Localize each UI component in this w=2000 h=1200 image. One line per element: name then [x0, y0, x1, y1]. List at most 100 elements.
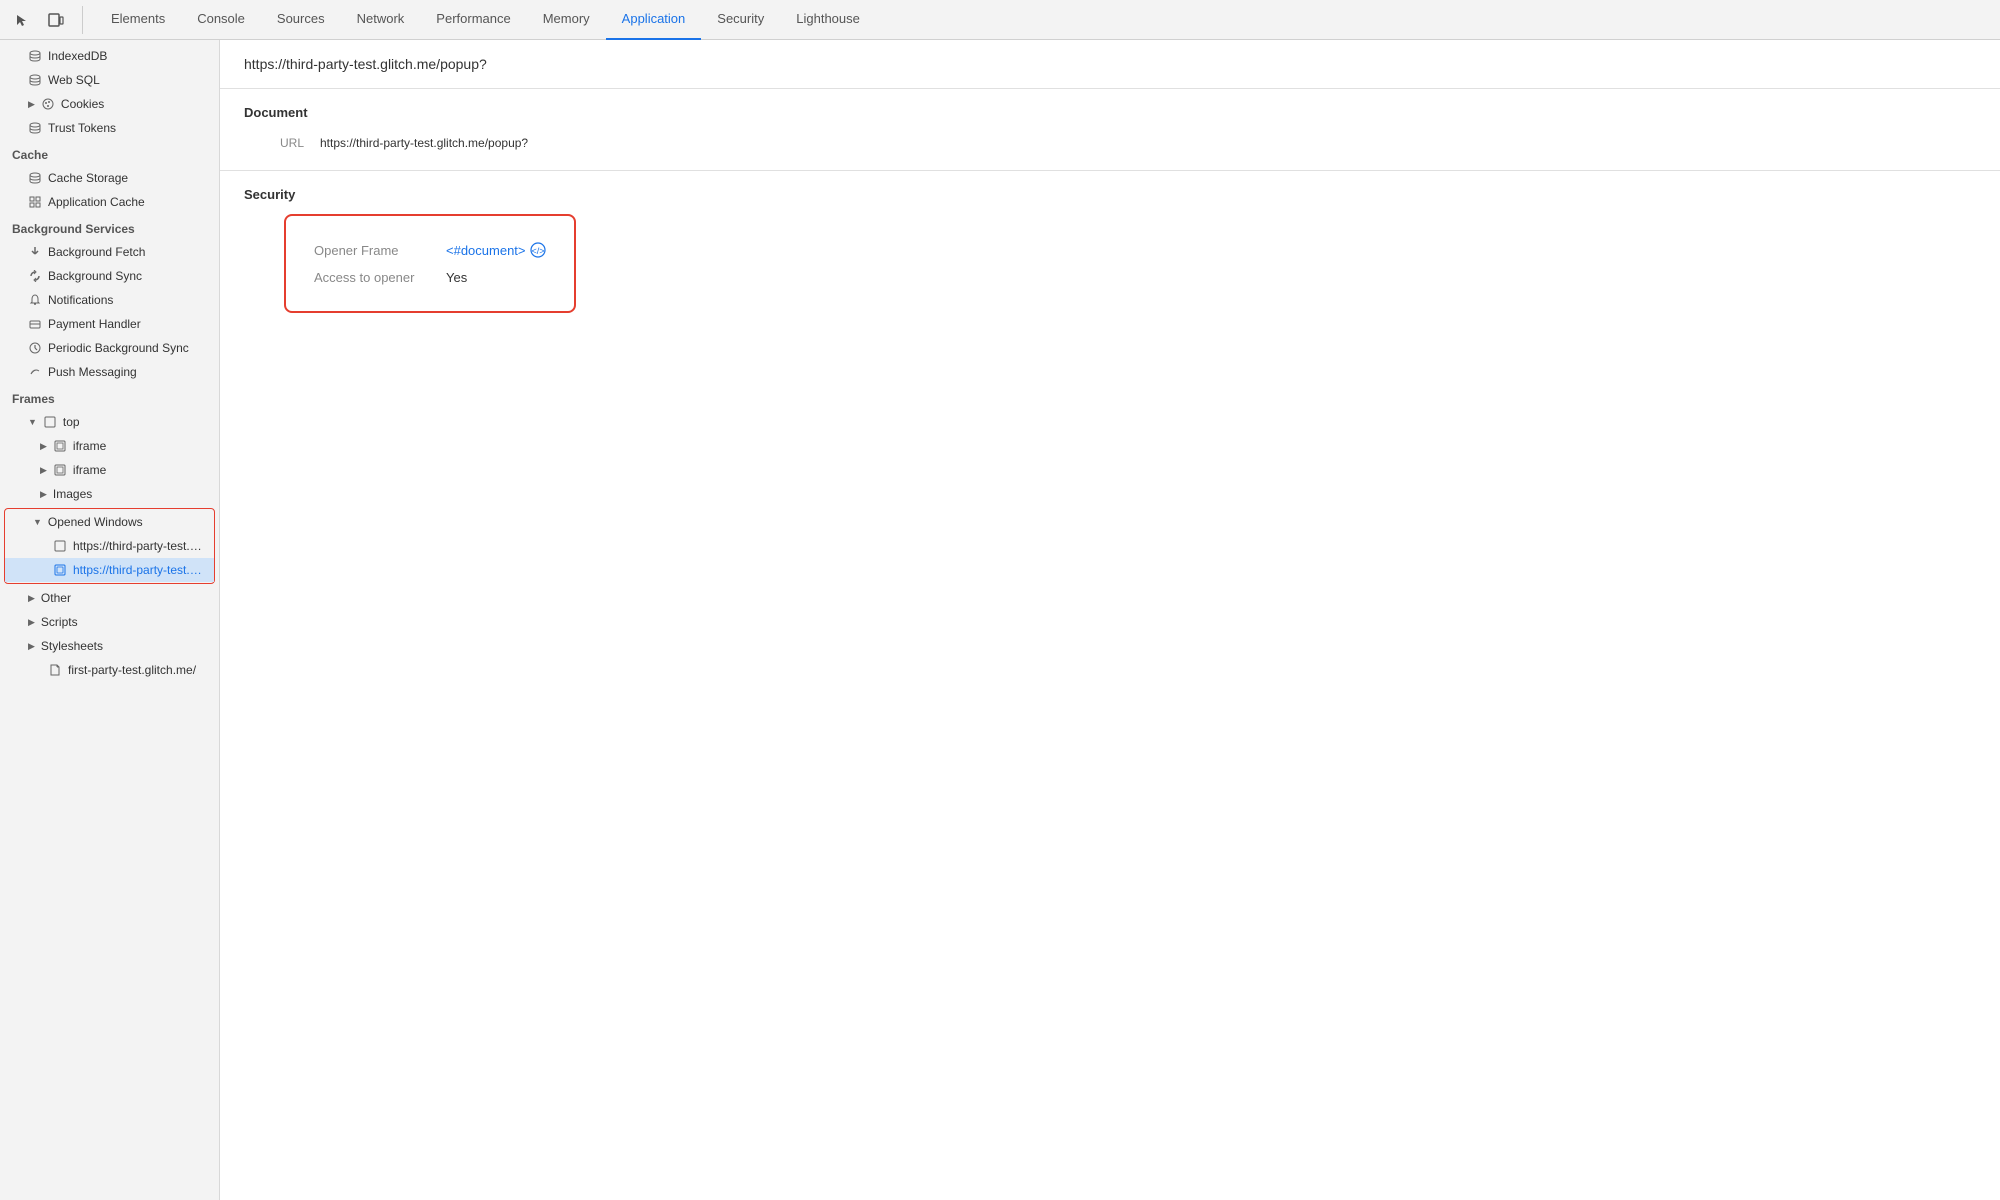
page-url: https://third-party-test.glitch.me/popup…	[244, 56, 487, 72]
sidebar-label-file: first-party-test.glitch.me/	[68, 663, 196, 677]
sidebar-item-iframe1[interactable]: ▶ iframe	[0, 434, 219, 458]
chevron-right-icon-stylesheets: ▶	[28, 641, 35, 652]
sidebar-label-window1: https://third-party-test.glitch.	[73, 539, 206, 553]
security-box: Opener Frame <#document> </> Access to o…	[284, 214, 576, 313]
chevron-right-icon-scripts: ▶	[28, 617, 35, 628]
sidebar-label-top: top	[63, 415, 80, 429]
chevron-down-icon-opened-windows: ▼	[33, 517, 42, 527]
file-icon	[48, 663, 62, 677]
sidebar-label-notifications: Notifications	[48, 293, 113, 307]
sidebar-item-indexeddb[interactable]: IndexedDB	[0, 44, 219, 68]
sidebar-item-bg-sync[interactable]: Background Sync	[0, 264, 219, 288]
chevron-right-icon: ▶	[28, 99, 35, 110]
tab-security[interactable]: Security	[701, 0, 780, 40]
tab-lighthouse[interactable]: Lighthouse	[780, 0, 876, 40]
sidebar-item-other[interactable]: ▶ Other	[0, 586, 219, 610]
bg-fetch-icon	[28, 245, 42, 259]
svg-text:</>: </>	[531, 246, 544, 256]
sidebar-item-cookies[interactable]: ▶ Cookies	[0, 92, 219, 116]
sidebar-item-file[interactable]: first-party-test.glitch.me/	[0, 658, 219, 682]
opened-windows-group: ▼ Opened Windows https://third-party-tes…	[4, 508, 215, 584]
device-toggle-icon[interactable]	[42, 6, 70, 34]
cache-section-label: Cache	[0, 140, 219, 166]
window1-icon	[53, 539, 67, 553]
cookies-icon	[41, 97, 55, 111]
tab-performance[interactable]: Performance	[420, 0, 526, 40]
sidebar-item-top[interactable]: ▼ top	[0, 410, 219, 434]
sidebar-item-trust-tokens[interactable]: Trust Tokens	[0, 116, 219, 140]
sidebar-label-stylesheets: Stylesheets	[41, 639, 103, 653]
main-layout: IndexedDB Web SQL ▶ Cookies Trust Tokens…	[0, 40, 2000, 1200]
sidebar-label-push-messaging: Push Messaging	[48, 365, 137, 379]
access-opener-row: Access to opener Yes	[314, 264, 546, 291]
url-bar: https://third-party-test.glitch.me/popup…	[220, 40, 2000, 89]
websql-icon	[28, 73, 42, 87]
content-panel: https://third-party-test.glitch.me/popup…	[220, 40, 2000, 1200]
frame-icon	[43, 415, 57, 429]
sidebar-item-images[interactable]: ▶ Images	[0, 482, 219, 506]
opener-frame-value[interactable]: <#document> </>	[446, 242, 546, 258]
sidebar-label-indexeddb: IndexedDB	[48, 49, 107, 63]
sidebar-item-window2[interactable]: https://third-party-test.glitch.	[5, 558, 214, 582]
document-title: Document	[244, 105, 1976, 120]
sidebar-item-push-messaging[interactable]: Push Messaging	[0, 360, 219, 384]
sidebar-label-window2: https://third-party-test.glitch.	[73, 563, 206, 577]
sidebar-label-other: Other	[41, 591, 71, 605]
window2-icon	[53, 563, 67, 577]
sidebar-item-scripts[interactable]: ▶ Scripts	[0, 610, 219, 634]
sidebar-label-iframe1: iframe	[73, 439, 106, 453]
document-section: Document URL https://third-party-test.gl…	[220, 89, 2000, 171]
sidebar: IndexedDB Web SQL ▶ Cookies Trust Tokens…	[0, 40, 220, 1200]
sidebar-item-opened-windows[interactable]: ▼ Opened Windows	[5, 510, 214, 534]
chevron-down-icon: ▼	[28, 417, 37, 427]
tab-sources[interactable]: Sources	[261, 0, 341, 40]
access-opener-label: Access to opener	[314, 270, 434, 285]
sidebar-label-periodic-bg-sync: Periodic Background Sync	[48, 341, 189, 355]
sidebar-item-periodic-bg-sync[interactable]: Periodic Background Sync	[0, 336, 219, 360]
access-opener-value: Yes	[446, 270, 467, 285]
sidebar-item-bg-fetch[interactable]: Background Fetch	[0, 240, 219, 264]
sidebar-label-cookies: Cookies	[61, 97, 104, 111]
url-label: URL	[244, 136, 304, 150]
opener-frame-label: Opener Frame	[314, 243, 434, 258]
payment-handler-icon	[28, 317, 42, 331]
url-value: https://third-party-test.glitch.me/popup…	[320, 136, 528, 150]
push-messaging-icon	[28, 365, 42, 379]
chevron-right-icon-iframe2: ▶	[40, 465, 47, 476]
sidebar-item-payment-handler[interactable]: Payment Handler	[0, 312, 219, 336]
sidebar-label-iframe2: iframe	[73, 463, 106, 477]
sidebar-item-notifications[interactable]: Notifications	[0, 288, 219, 312]
tab-console[interactable]: Console	[181, 0, 261, 40]
sidebar-item-stylesheets[interactable]: ▶ Stylesheets	[0, 634, 219, 658]
sidebar-label-cache-storage: Cache Storage	[48, 171, 128, 185]
sidebar-item-cache-storage[interactable]: Cache Storage	[0, 166, 219, 190]
iframe1-icon	[53, 439, 67, 453]
trust-tokens-icon	[28, 121, 42, 135]
sidebar-item-websql[interactable]: Web SQL	[0, 68, 219, 92]
cursor-icon[interactable]	[8, 6, 36, 34]
sidebar-label-images: Images	[53, 487, 92, 501]
sidebar-item-application-cache[interactable]: Application Cache	[0, 190, 219, 214]
tab-bar: Elements Console Sources Network Perform…	[0, 0, 2000, 40]
cache-storage-icon	[28, 171, 42, 185]
sidebar-label-bg-sync: Background Sync	[48, 269, 142, 283]
frames-section-label: Frames	[0, 384, 219, 410]
opener-frame-row: Opener Frame <#document> </>	[314, 236, 546, 264]
sidebar-label-scripts: Scripts	[41, 615, 78, 629]
tab-elements[interactable]: Elements	[95, 0, 181, 40]
tab-memory[interactable]: Memory	[527, 0, 606, 40]
security-title: Security	[244, 187, 1976, 202]
bg-services-section-label: Background Services	[0, 214, 219, 240]
sidebar-item-window1[interactable]: https://third-party-test.glitch.	[5, 534, 214, 558]
sidebar-label-payment-handler: Payment Handler	[48, 317, 141, 331]
sidebar-item-iframe2[interactable]: ▶ iframe	[0, 458, 219, 482]
tab-application[interactable]: Application	[606, 0, 702, 40]
sidebar-label-bg-fetch: Background Fetch	[48, 245, 145, 259]
opener-frame-text: <#document>	[446, 243, 526, 258]
security-section: Security Opener Frame <#document> </> Ac…	[220, 171, 2000, 329]
tab-network[interactable]: Network	[341, 0, 421, 40]
application-cache-icon	[28, 195, 42, 209]
notifications-icon	[28, 293, 42, 307]
chevron-right-icon-iframe1: ▶	[40, 441, 47, 452]
toolbar-icons	[8, 6, 83, 34]
